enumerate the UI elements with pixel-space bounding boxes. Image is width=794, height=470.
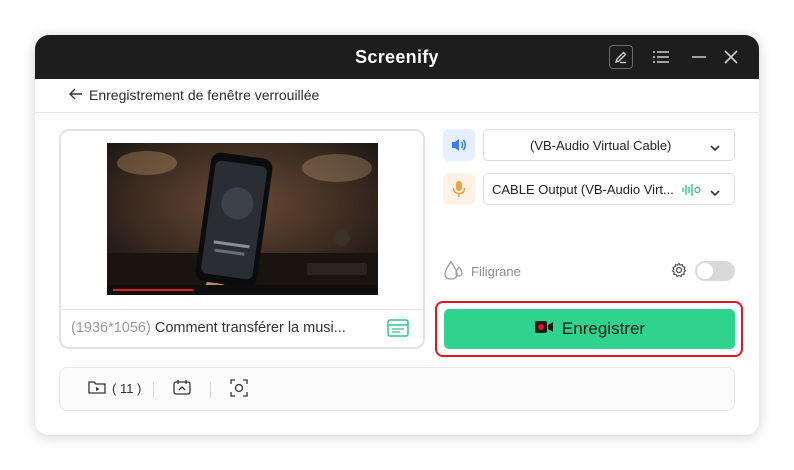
speaker-select[interactable]: (VB-Audio Virtual Cable) — [483, 129, 735, 161]
arrow-left-icon — [69, 87, 83, 103]
app-window: Screenify Enregistrement de fenêtre verr… — [35, 35, 759, 435]
window-preview-card[interactable]: (1936*1056) Comment transférer la musi..… — [59, 129, 425, 349]
microphone-select[interactable]: CABLE Output (VB-Audio Virt... — [483, 173, 735, 205]
menu-icon[interactable] — [649, 45, 673, 69]
select-window-icon[interactable] — [387, 319, 409, 342]
window-resolution: (1936*1056) — [71, 320, 151, 336]
calendar-clock-icon — [173, 379, 191, 398]
folder-play-icon — [88, 379, 106, 398]
microphone-device-label: CABLE Output (VB-Audio Virt... — [492, 182, 674, 197]
preview-footer: (1936*1056) Comment transférer la musi..… — [61, 309, 423, 347]
recordings-folder-button[interactable]: ( 11 ) — [88, 379, 141, 398]
window-title: Comment transférer la musi... — [154, 320, 346, 336]
toolbar-divider — [153, 382, 154, 398]
speaker-row: (VB-Audio Virtual Cable) — [443, 129, 735, 161]
back-button[interactable]: Enregistrement de fenêtre verrouillée — [69, 87, 319, 103]
gear-icon[interactable] — [671, 262, 687, 283]
chevron-down-icon — [710, 140, 720, 155]
sub-header: Enregistrement de fenêtre verrouillée — [35, 79, 759, 113]
title-bar: Screenify — [35, 35, 759, 79]
back-label: Enregistrement de fenêtre verrouillée — [89, 87, 320, 103]
bottom-toolbar: ( 11 ) — [59, 367, 735, 411]
minimize-icon[interactable] — [687, 45, 711, 69]
screenshot-button[interactable] — [230, 379, 248, 400]
close-icon[interactable] — [719, 45, 743, 69]
screenshot-icon — [230, 379, 248, 400]
audio-level-icon — [682, 183, 702, 200]
chevron-down-icon — [710, 185, 720, 200]
scheduled-tasks-button[interactable] — [173, 379, 191, 398]
watermark-toggle[interactable] — [695, 261, 735, 281]
toggle-knob — [697, 263, 713, 279]
record-label: Enregistrer — [561, 319, 646, 338]
record-button[interactable]: Enregistrer — [444, 309, 735, 349]
watermark-row: Filigrane — [443, 259, 735, 283]
microphone-icon[interactable] — [443, 173, 475, 205]
window-thumbnail — [107, 143, 378, 295]
toolbar-divider — [210, 382, 211, 398]
files-count: ( 11 ) — [112, 381, 142, 396]
watermark-label: Filigrane — [471, 264, 521, 279]
edit-icon[interactable] — [609, 45, 633, 69]
microphone-row: CABLE Output (VB-Audio Virt... — [443, 173, 735, 205]
record-camera-icon — [534, 319, 554, 340]
speaker-device-label: (VB-Audio Virtual Cable) — [530, 138, 672, 153]
speaker-icon[interactable] — [443, 129, 475, 161]
watermark-icon — [443, 259, 465, 286]
